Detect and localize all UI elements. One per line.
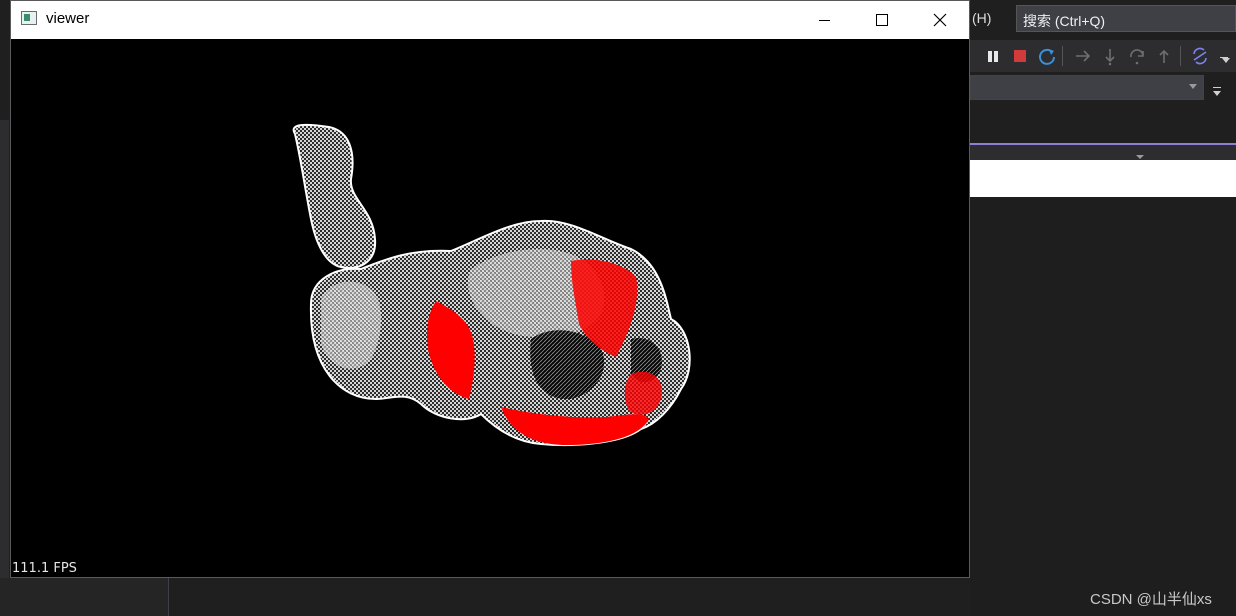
step-into-arrow-icon[interactable] [1073, 46, 1093, 66]
point-cloud-bunny [292, 123, 691, 447]
combo-overflow-icon[interactable] [1213, 91, 1221, 96]
toolbar-separator [1180, 46, 1181, 66]
chevron-down-icon [1189, 84, 1197, 89]
close-button[interactable] [911, 1, 969, 39]
ide-menu-help[interactable]: (H) [972, 10, 991, 26]
tab-dropdown-icon[interactable] [1136, 155, 1144, 159]
minimize-button[interactable] [795, 1, 853, 39]
render-canvas[interactable]: 111.1 FPS [11, 39, 969, 577]
minimize-icon [818, 19, 830, 21]
restart-icon[interactable] [1037, 46, 1057, 66]
ide-left-edge [0, 120, 9, 580]
toolbar-overflow-bar [1220, 57, 1228, 58]
toolbar-overflow-icon[interactable] [1222, 58, 1230, 63]
ide-document-strip [970, 160, 1236, 197]
ide-debug-toolbar [970, 40, 1236, 72]
hot-reload-icon[interactable] [1190, 46, 1210, 66]
ide-left-panel [0, 578, 169, 616]
maximize-icon [876, 14, 888, 26]
step-out-icon[interactable] [1154, 46, 1174, 66]
combo-overflow-bar [1213, 87, 1221, 88]
close-icon [933, 13, 947, 27]
step-over-icon[interactable] [1127, 46, 1147, 66]
ide-editor-area [970, 197, 1236, 616]
bunny-cloud [292, 123, 691, 447]
stop-icon[interactable] [1010, 46, 1030, 66]
watermark: CSDN @山半仙xs [1090, 591, 1212, 608]
fps-counter: 111.1 FPS [12, 561, 77, 576]
toolbar-separator [1062, 46, 1063, 66]
step-down-icon[interactable] [1100, 46, 1120, 66]
maximize-button[interactable] [853, 1, 911, 39]
ide-combo-box[interactable] [970, 75, 1204, 100]
viewer-window: viewer 111.1 FPS [10, 0, 970, 578]
app-icon [21, 11, 37, 25]
window-title: viewer [46, 10, 90, 27]
viewer-titlebar[interactable]: viewer [11, 1, 969, 39]
ide-search-box[interactable]: 搜索 (Ctrl+Q) [1016, 5, 1236, 32]
pause-icon[interactable] [983, 46, 1003, 66]
ide-tab-header [970, 145, 1236, 160]
